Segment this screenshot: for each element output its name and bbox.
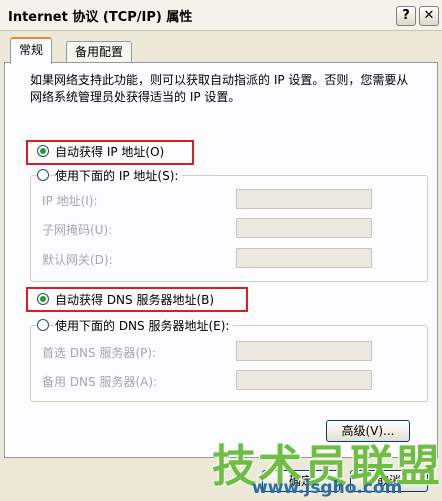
window-title: Internet 协议 (TCP/IP) 属性 xyxy=(8,10,193,25)
title-bar: Internet 协议 (TCP/IP) 属性 ? ✕ xyxy=(0,0,442,31)
default-gateway-label: 默认网关(D): xyxy=(42,253,113,267)
watermark-url: www.jsgho.com xyxy=(252,478,403,498)
preferred-dns-field[interactable] xyxy=(236,341,372,361)
default-gateway-field[interactable] xyxy=(236,248,372,268)
radio-manual-ip[interactable] xyxy=(37,169,49,181)
radio-manual-dns[interactable] xyxy=(37,319,49,331)
tab-alternate-config[interactable]: 备用配置 xyxy=(66,41,133,62)
manual-ip-label[interactable]: 使用下面的 IP 地址(S): xyxy=(55,167,183,184)
auto-dns-label[interactable]: 自动获得 DNS 服务器地址(B) xyxy=(55,291,214,308)
radio-auto-dns[interactable] xyxy=(37,293,49,305)
subnet-mask-field[interactable] xyxy=(236,218,372,238)
description-text: 如果网络支持此功能，则可以获取自动指派的 IP 设置。否则，您需要从网络系统管理… xyxy=(30,73,409,104)
ip-address-label: IP 地址(I): xyxy=(42,194,98,208)
help-button[interactable]: ? xyxy=(396,6,416,26)
subnet-mask-label: 子网掩码(U): xyxy=(42,223,113,237)
alternate-dns-field[interactable] xyxy=(236,370,372,390)
manual-dns-label[interactable]: 使用下面的 DNS 服务器地址(E): xyxy=(55,317,234,334)
dns-manual-group xyxy=(30,325,428,402)
auto-ip-label[interactable]: 自动获得 IP 地址(O) xyxy=(55,143,164,160)
preferred-dns-label: 首选 DNS 服务器(P): xyxy=(42,346,157,360)
tab-general[interactable]: 常规 xyxy=(10,37,53,64)
close-button[interactable]: ✕ xyxy=(419,6,439,26)
ip-address-field[interactable] xyxy=(236,189,372,209)
alternate-dns-label: 备用 DNS 服务器(A): xyxy=(42,375,158,389)
radio-auto-ip[interactable] xyxy=(37,145,49,157)
